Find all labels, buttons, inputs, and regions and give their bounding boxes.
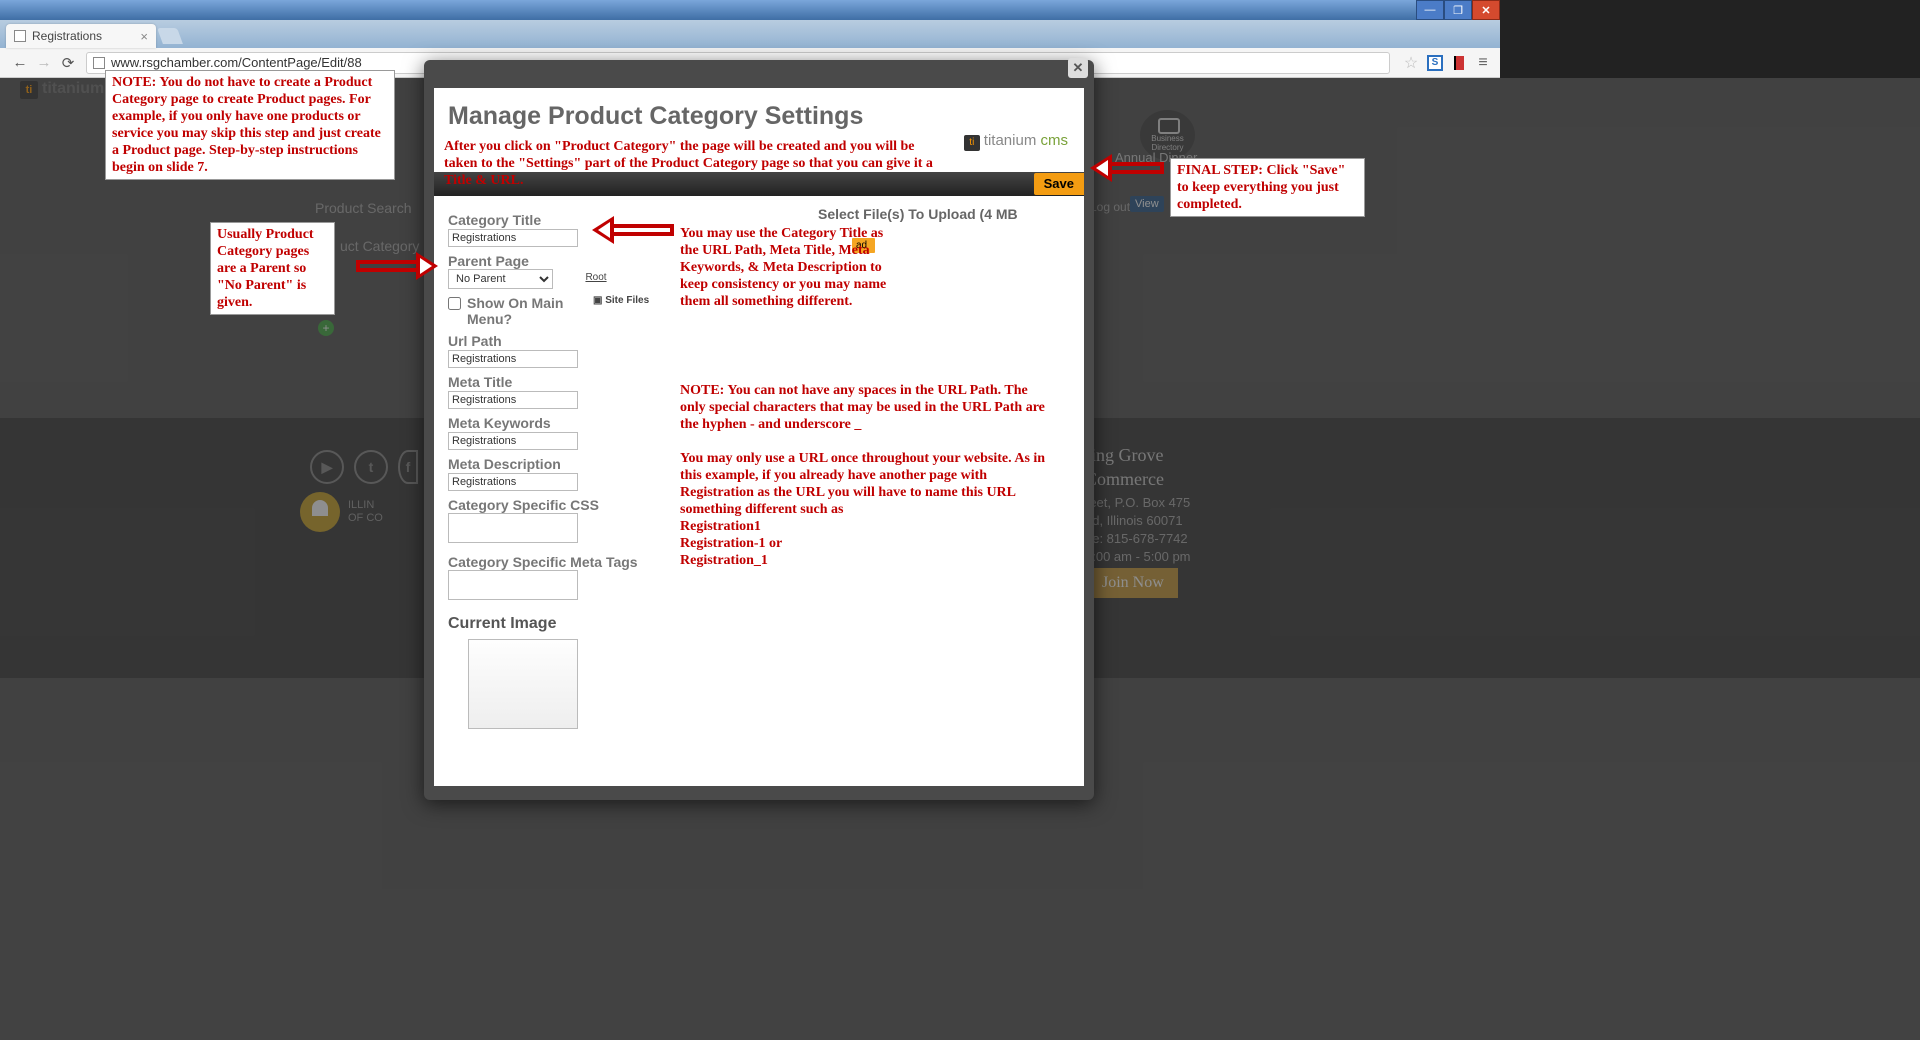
meta-title-input[interactable] — [448, 391, 578, 409]
window-maximize-button[interactable]: ❐ — [1444, 0, 1472, 20]
meta-keywords-label: Meta Keywords — [448, 415, 658, 431]
show-on-main-checkbox[interactable] — [448, 297, 461, 310]
window-titlebar: — ❐ ✕ — [0, 0, 1500, 20]
upload-label: Select File(s) To Upload (4 MB — [818, 206, 1018, 222]
show-on-main-label: Show On Main Menu? — [467, 295, 567, 327]
parent-page-label: Parent Page — [448, 253, 658, 269]
annotation-note-final: FINAL STEP: Click "Save" to keep everyth… — [1170, 158, 1365, 217]
window-close-button[interactable]: ✕ — [1472, 0, 1500, 20]
window-minimize-button[interactable]: — — [1416, 0, 1444, 20]
category-css-textarea[interactable] — [448, 513, 578, 543]
save-button[interactable]: Save — [1034, 173, 1084, 195]
parent-page-select[interactable]: No Parent — [448, 269, 553, 289]
page-icon — [14, 30, 26, 42]
current-image-label: Current Image — [448, 615, 658, 633]
page-icon — [93, 57, 105, 69]
annotation-note-url-path: NOTE: You can not have any spaces in the… — [680, 382, 1050, 433]
meta-keywords-input[interactable] — [448, 432, 578, 450]
back-button[interactable]: ← — [10, 54, 30, 71]
forward-button[interactable]: → — [34, 54, 54, 71]
annotation-note-intro: NOTE: You do not have to create a Produc… — [105, 70, 395, 180]
reload-button[interactable]: ⟳ — [58, 54, 78, 72]
browser-tab[interactable]: Registrations × — [6, 24, 156, 48]
bookmark-star-icon[interactable]: ☆ — [1402, 54, 1420, 72]
annotation-note-url-once: You may only use a URL once throughout y… — [680, 450, 1060, 569]
tab-title: Registrations — [32, 29, 102, 43]
tab-close-icon[interactable]: × — [140, 29, 148, 44]
modal-close-button[interactable]: ✕ — [1068, 58, 1088, 78]
url-path-input[interactable] — [448, 350, 578, 368]
modal-brand: tititanium cms — [964, 132, 1068, 151]
category-meta-textarea[interactable] — [448, 570, 578, 600]
annotation-note-after-click: After you click on "Product Category" th… — [444, 138, 944, 189]
annotation-note-parent: Usually Product Category pages are a Par… — [210, 222, 335, 315]
category-meta-label: Category Specific Meta Tags — [448, 554, 658, 570]
meta-description-input[interactable] — [448, 473, 578, 491]
modal-title: Manage Product Category Settings — [434, 88, 1084, 135]
category-title-input[interactable] — [448, 229, 578, 247]
new-tab-button[interactable] — [157, 28, 183, 44]
meta-title-label: Meta Title — [448, 374, 658, 390]
root-link[interactable]: Root — [585, 272, 606, 283]
extension-s-icon[interactable]: S — [1426, 54, 1444, 72]
url-text: www.rsgchamber.com/ContentPage/Edit/88 — [111, 55, 362, 70]
category-css-label: Category Specific CSS — [448, 497, 658, 513]
url-path-label: Url Path — [448, 333, 658, 349]
browser-tabstrip: Registrations × — [0, 20, 1500, 48]
extension-flag-icon[interactable] — [1450, 54, 1468, 72]
meta-description-label: Meta Description — [448, 456, 658, 472]
annotation-note-title-use: You may use the Category Title as the UR… — [680, 225, 890, 310]
current-image-preview — [468, 639, 578, 729]
chrome-menu-button[interactable]: ≡ — [1474, 54, 1492, 72]
modal-content: Manage Product Category Settings tititan… — [434, 88, 1084, 786]
site-files-link[interactable]: Site Files — [593, 295, 649, 306]
